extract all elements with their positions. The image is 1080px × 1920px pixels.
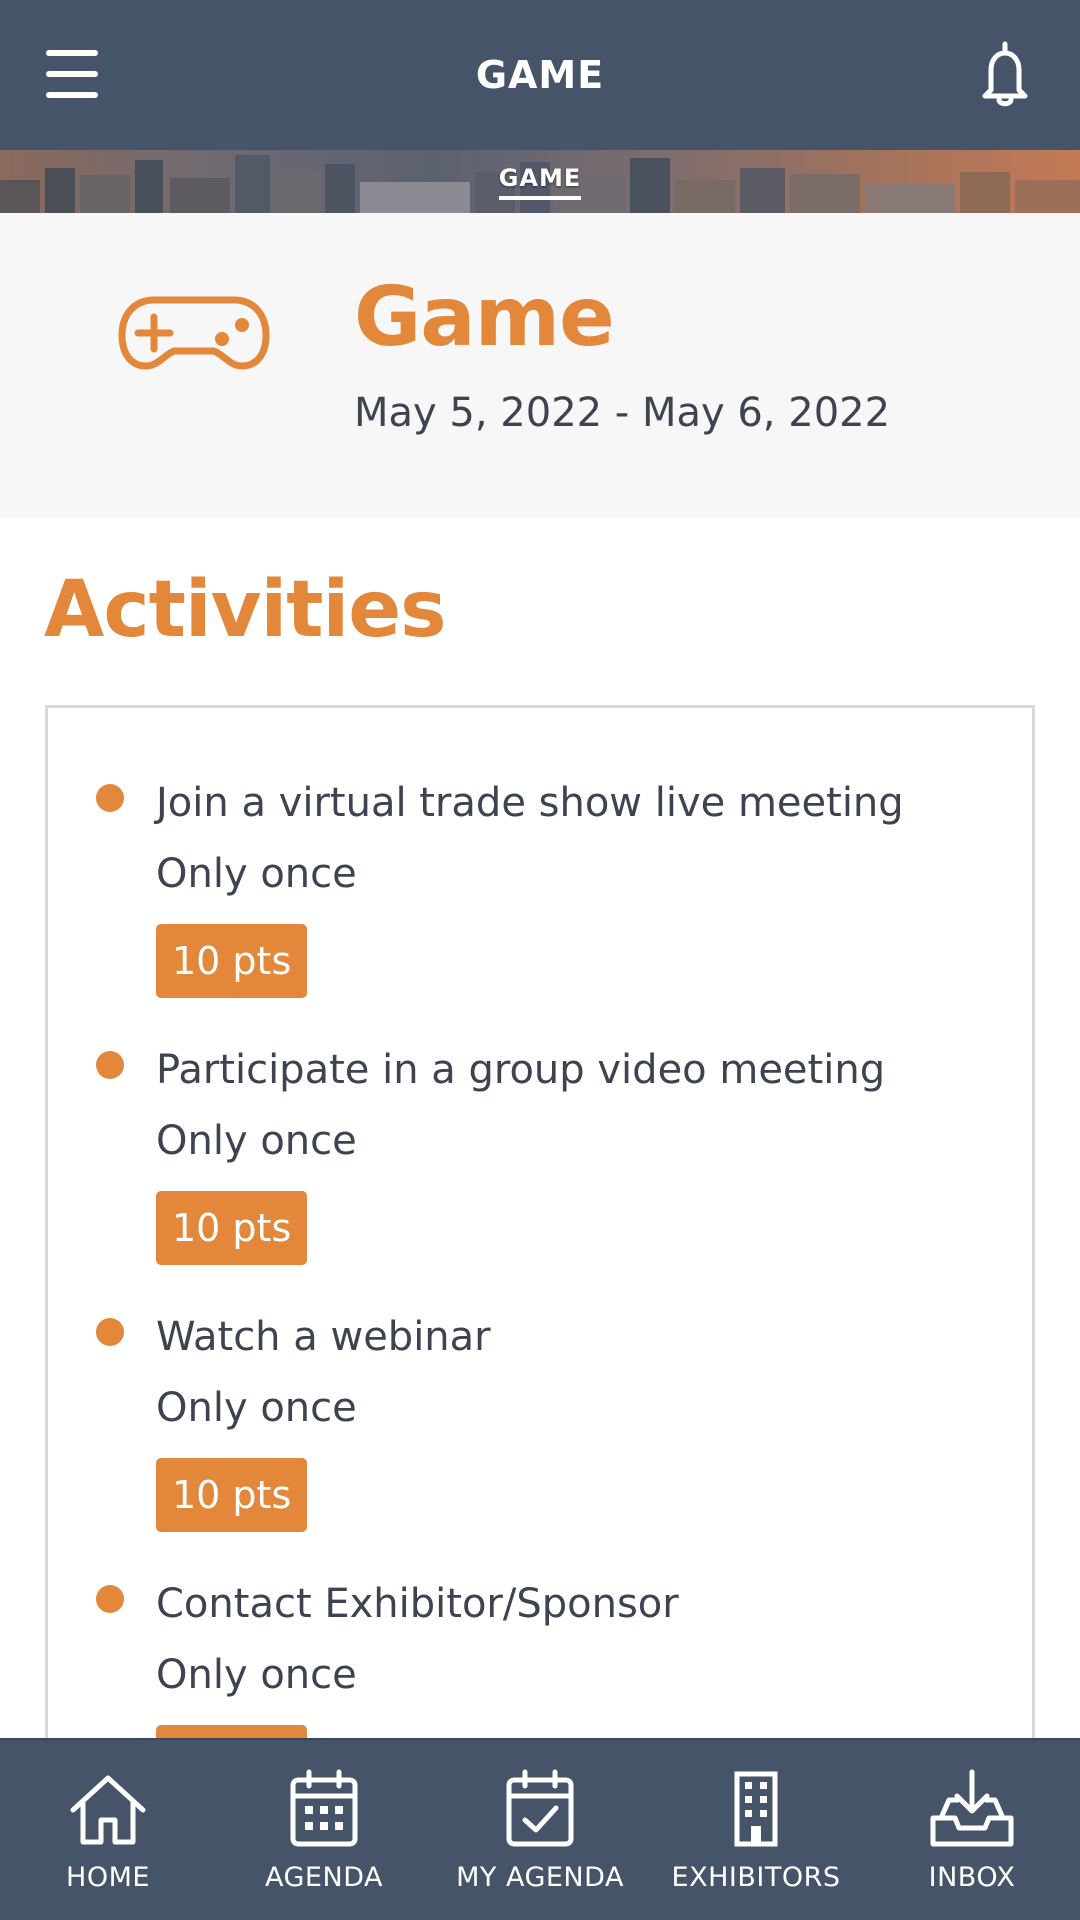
calendar-check-icon <box>506 1769 574 1847</box>
gamepad-icon <box>118 296 270 370</box>
list-item: Participate in a group video meeting Onl… <box>48 975 1032 1265</box>
city-banner: GAME <box>0 150 1080 213</box>
bullet-icon <box>96 1051 124 1079</box>
nav-label-exhibitors: EXHIBITORS <box>671 1862 841 1893</box>
activity-name: Contact Exhibitor/Sponsor <box>156 1581 679 1627</box>
activity-name: Watch a webinar <box>156 1314 491 1360</box>
activity-frequency: Only once <box>156 1118 357 1164</box>
list-item: Watch a webinar Only once 10 pts <box>48 1242 1032 1532</box>
nav-label-inbox: INBOX <box>928 1862 1016 1893</box>
nav-exhibitors[interactable]: EXHIBITORS <box>648 1740 864 1920</box>
nav-my-agenda[interactable]: MY AGENDA <box>432 1740 648 1920</box>
game-title: Game <box>354 270 615 365</box>
activity-frequency: Only once <box>156 1385 357 1431</box>
list-item: Join a virtual trade show live meeting O… <box>48 708 1032 998</box>
calendar-icon <box>290 1769 358 1847</box>
bell-icon[interactable] <box>970 40 1040 110</box>
activity-name: Join a virtual trade show live meeting <box>156 780 904 826</box>
activity-frequency: Only once <box>156 1652 357 1698</box>
activity-name: Participate in a group video meeting <box>156 1047 886 1093</box>
banner-tab[interactable]: GAME <box>0 150 1080 213</box>
nav-label-my-agenda: MY AGENDA <box>456 1862 624 1893</box>
home-icon <box>70 1775 146 1845</box>
tab-game[interactable]: GAME <box>498 164 582 200</box>
nav-home[interactable]: HOME <box>0 1740 216 1920</box>
top-app-bar: GAME <box>0 0 1080 150</box>
game-dates: May 5, 2022 - May 6, 2022 <box>354 390 891 436</box>
activity-frequency: Only once <box>156 851 357 897</box>
hamburger-menu-icon[interactable] <box>42 44 102 104</box>
bullet-icon <box>96 1318 124 1346</box>
bullet-icon <box>96 1585 124 1613</box>
nav-label-home: HOME <box>66 1862 150 1893</box>
app-bar-title: GAME <box>475 53 605 97</box>
list-item: Contact Exhibitor/Sponsor Only once 10 p… <box>48 1509 1032 1799</box>
activities-heading: Activities <box>44 565 447 655</box>
bullet-icon <box>96 784 124 812</box>
nav-inbox[interactable]: INBOX <box>864 1740 1080 1920</box>
building-icon <box>734 1771 778 1847</box>
bottom-navigation: HOME AGENDA MY AGENDA EXHIBITORS INBOX <box>0 1738 1080 1920</box>
nav-label-agenda: AGENDA <box>265 1862 383 1893</box>
inbox-download-icon <box>930 1769 1014 1847</box>
nav-agenda[interactable]: AGENDA <box>216 1740 432 1920</box>
